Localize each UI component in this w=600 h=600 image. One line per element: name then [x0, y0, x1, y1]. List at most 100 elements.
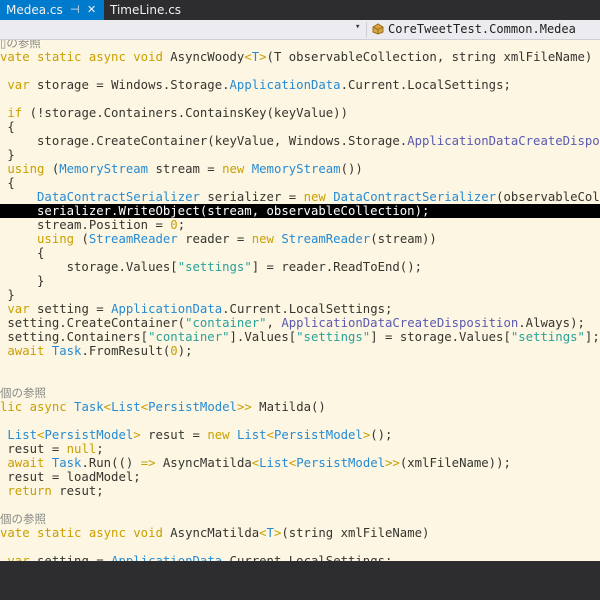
code-token: new [207, 428, 237, 442]
code-token: lic async [0, 400, 75, 414]
code-token: ApplicationData [111, 302, 223, 316]
code-token: await [0, 344, 52, 358]
code-line[interactable]: resut = loadModel; [0, 470, 141, 484]
code-token: reader = [185, 232, 252, 246]
code-line[interactable]: storage.Values["settings"] = reader.Read… [0, 260, 422, 274]
code-line[interactable]: await Task.FromResult(0); [0, 344, 192, 358]
code-token: vate static async void [0, 50, 171, 64]
code-token: > [259, 50, 267, 64]
code-token: Task [51, 344, 82, 358]
code-line[interactable]: var setting = ApplicationData.Current.Lo… [0, 302, 392, 316]
code-token: ApplicationData [229, 78, 341, 92]
code-token: Task [51, 456, 82, 470]
code-line[interactable]: ▯の参照 [0, 40, 41, 50]
code-token: , [266, 316, 282, 330]
code-token: ()) [340, 162, 363, 176]
code-token: ] = reader.ReadToEnd(); [251, 260, 423, 274]
code-line[interactable]: lic async Task<List<PersistModel>> Matil… [0, 400, 326, 414]
code-line[interactable]: var storage = Windows.Storage.Applicatio… [0, 78, 511, 92]
code-token: .Always); [518, 316, 585, 330]
code-token: new [222, 162, 252, 176]
code-line[interactable]: DataContractSerializer serializer = new … [0, 190, 600, 204]
tab-timeline-cs[interactable]: TimeLine.cs [104, 0, 194, 20]
code-token: storage.CreateContainer(keyValue, Window… [0, 134, 408, 148]
code-line[interactable]: } [0, 288, 15, 302]
tab-label: TimeLine.cs [110, 3, 182, 17]
code-token: 0 [170, 344, 178, 358]
status-bar [0, 561, 600, 600]
code-line[interactable]: List<PersistModel> resut = new List<Pers… [0, 428, 392, 442]
code-token: (T observableCollection, string xmlFileN… [266, 50, 593, 64]
code-line[interactable]: stream.Position = 0; [0, 218, 185, 232]
code-line[interactable]: } [0, 274, 44, 288]
code-token: serializer.WriteObject(stream, observabl… [0, 204, 430, 218]
member-dropdown[interactable]: CoreTweetTest.Common.Medea [388, 20, 576, 39]
code-line[interactable]: { [0, 120, 15, 134]
code-line[interactable]: storage.CreateContainer(keyValue, Window… [0, 134, 600, 148]
code-token: if [0, 106, 30, 120]
code-token: } [0, 148, 15, 162]
code-token: vate static async void [0, 526, 171, 540]
code-token: setting = [37, 554, 112, 561]
code-line[interactable]: { [0, 176, 14, 190]
code-line[interactable]: 個の参照 [0, 512, 46, 526]
code-line[interactable]: using (StreamReader reader = new StreamR… [0, 232, 437, 246]
code-token: < [266, 428, 274, 442]
code-token: List [111, 400, 141, 414]
code-token: StreamReader [281, 232, 371, 246]
code-line[interactable]: setting.Containers["container"].Values["… [0, 330, 600, 344]
code-line[interactable]: } [0, 148, 15, 162]
close-icon[interactable]: ✕ [87, 0, 96, 20]
code-token: new [303, 190, 334, 204]
code-token: using [0, 232, 82, 246]
code-token: ].Values[ [229, 330, 297, 344]
code-token: stream.Position = [0, 218, 171, 232]
code-token: ]; [584, 330, 600, 344]
code-line[interactable]: vate static async void AsyncMatilda<T>(s… [0, 526, 429, 540]
code-line[interactable]: 個の参照 [0, 386, 46, 400]
code-token: > [133, 428, 149, 442]
code-line[interactable]: vate static async void AsyncWoody<T>(T o… [0, 50, 592, 64]
code-token: .Current.LocalSettings; [222, 302, 393, 316]
code-token: DataContractSerializer [37, 190, 208, 204]
code-token: >> [236, 400, 260, 414]
code-token: serializer = [207, 190, 304, 204]
code-line[interactable]: await Task.Run(() => AsyncMatilda<List<P… [0, 456, 511, 470]
code-token: .FromResult( [81, 344, 171, 358]
code-line[interactable]: if (!storage.Containers.ContainsKey(keyV… [0, 106, 348, 120]
code-token: "container" [148, 330, 230, 344]
code-token: { [0, 120, 15, 134]
code-token: setting.CreateContainer( [0, 316, 186, 330]
code-token: PersistModel [148, 400, 237, 414]
code-line[interactable]: using (MemoryStream stream = new MemoryS… [0, 162, 363, 176]
code-token: List [236, 428, 267, 442]
code-token: var [0, 554, 38, 561]
code-line[interactable]: resut = null; [0, 442, 104, 456]
code-token: ; [96, 442, 104, 456]
tab-medea-cs[interactable]: Medea.cs ⊣ ✕ [0, 0, 104, 20]
document-tab-bar: Medea.cs ⊣ ✕ TimeLine.cs [0, 0, 600, 20]
code-line[interactable]: var setting = ApplicationData.Current.Lo… [0, 554, 392, 561]
code-token: < [244, 50, 252, 64]
code-token: setting.Containers[ [0, 330, 149, 344]
code-token: .Current.LocalSettings; [340, 78, 511, 92]
code-token: (xmlFileName)); [399, 456, 511, 470]
code-token: } [0, 274, 45, 288]
code-line[interactable]: setting.CreateContainer("container", App… [0, 316, 585, 330]
code-line-current[interactable]: serializer.WriteObject(stream, observabl… [0, 204, 600, 218]
pin-icon[interactable]: ⊣ [70, 0, 80, 20]
code-token: resut = [0, 442, 67, 456]
code-token: var [0, 302, 38, 316]
code-token: ApplicationData [111, 554, 223, 561]
code-token: } [0, 288, 15, 302]
code-token: resut = loadModel; [0, 470, 141, 484]
code-token: MemoryStream [251, 162, 341, 176]
code-token: Task [74, 400, 104, 414]
chevron-down-icon[interactable]: ▾ [355, 22, 360, 32]
code-token: 個の参照 [0, 512, 46, 526]
code-editor[interactable]: ▯の参照 vate static async void AsyncWoody<T>… [0, 40, 600, 561]
code-token: using [0, 162, 52, 176]
code-line[interactable]: return resut; [0, 484, 103, 498]
code-line[interactable]: { [0, 246, 44, 260]
code-token: AsyncMatilda [162, 456, 252, 470]
